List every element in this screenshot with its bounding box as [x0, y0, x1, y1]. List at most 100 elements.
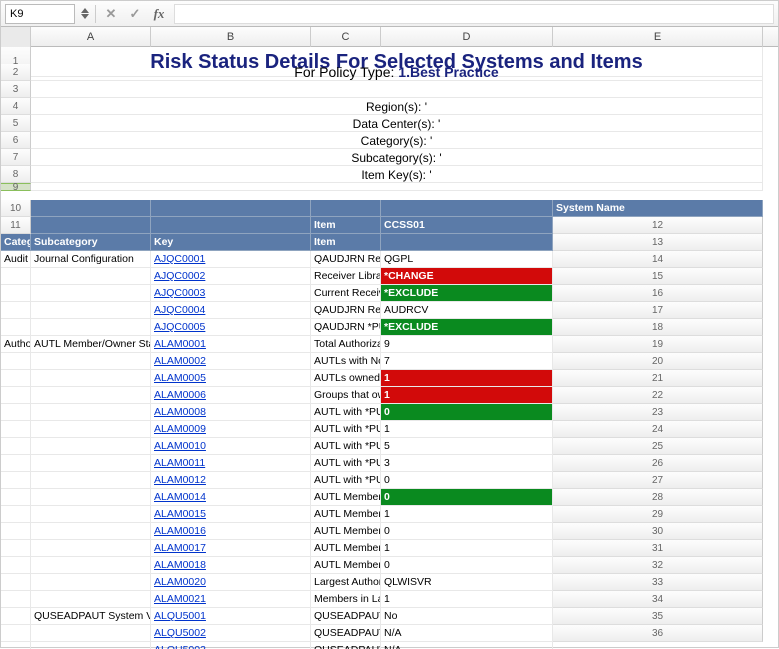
item-cell[interactable]: QAUDJRN Receiver Library	[311, 251, 381, 268]
row-header[interactable]: 2	[1, 64, 31, 81]
item-key-link[interactable]: AJQC0002	[154, 270, 205, 282]
subcategory-cell[interactable]	[31, 319, 151, 336]
item-key-cell[interactable]: ALAM0008	[151, 404, 311, 421]
row-header[interactable]: 5	[1, 115, 31, 132]
category-cell[interactable]	[1, 353, 31, 370]
header-cell[interactable]	[31, 217, 151, 234]
filter-label[interactable]: Category(s): '	[31, 132, 763, 149]
item-key-link[interactable]: ALAM0010	[154, 440, 206, 452]
value-cell[interactable]: 5	[381, 438, 553, 455]
row-header[interactable]: 6	[1, 132, 31, 149]
item-key-link[interactable]: AJQC0005	[154, 321, 205, 333]
row-header[interactable]: 7	[1, 149, 31, 166]
item-key-link[interactable]: ALAM0008	[154, 406, 206, 418]
header-item[interactable]: Item	[311, 234, 381, 251]
item-key-cell[interactable]: ALAM0020	[151, 574, 311, 591]
value-cell[interactable]: QGPL	[381, 251, 553, 268]
value-cell[interactable]: No	[381, 608, 553, 625]
item-cell[interactable]: Receiver Library *PUBLIC AUT	[311, 268, 381, 285]
row-header[interactable]: 20	[553, 353, 763, 370]
confirm-button[interactable]: ✓	[126, 5, 144, 23]
item-key-link[interactable]: ALAM0002	[154, 355, 206, 367]
value-cell[interactable]: QLWISVR	[381, 574, 553, 591]
row-header[interactable]: 26	[553, 455, 763, 472]
item-key-link[interactable]: ALQU5002	[154, 627, 206, 639]
col-header-b[interactable]: B	[151, 27, 311, 47]
header-cell[interactable]	[381, 234, 553, 251]
value-cell[interactable]: 0	[381, 489, 553, 506]
item-key-link[interactable]: ALAM0021	[154, 593, 206, 605]
subcategory-cell[interactable]	[31, 591, 151, 608]
col-header-d[interactable]: D	[381, 27, 553, 47]
item-key-link[interactable]: ALAM0014	[154, 491, 206, 503]
row-header[interactable]: 14	[553, 251, 763, 268]
value-cell[interactable]: *CHANGE	[381, 268, 553, 285]
value-cell[interactable]: N/A	[381, 625, 553, 642]
item-cell[interactable]: AUTL with *PUBLIC = *ALL	[311, 404, 381, 421]
item-cell[interactable]: AUTL with *PUBLIC = USER DEF	[311, 472, 381, 489]
row-header[interactable]: 34	[553, 591, 763, 608]
col-header-c[interactable]: C	[311, 27, 381, 47]
value-cell[interactable]: 0	[381, 523, 553, 540]
item-key-cell[interactable]: ALAM0012	[151, 472, 311, 489]
row-header[interactable]: 3	[1, 81, 31, 98]
subcategory-cell[interactable]	[31, 523, 151, 540]
chevron-up-icon[interactable]	[81, 8, 89, 13]
value-cell[interactable]: 0	[381, 404, 553, 421]
header-cell[interactable]	[151, 200, 311, 217]
category-cell[interactable]	[1, 574, 31, 591]
category-cell[interactable]	[1, 540, 31, 557]
category-cell[interactable]	[1, 625, 31, 642]
report-subtitle[interactable]: For Policy Type: 1.Best Practice	[31, 64, 763, 81]
empty-cell[interactable]	[31, 81, 763, 98]
subcategory-cell[interactable]	[31, 353, 151, 370]
header-cell[interactable]	[151, 217, 311, 234]
category-cell[interactable]	[1, 557, 31, 574]
category-cell[interactable]: Authorization Lists	[1, 336, 31, 353]
item-cell[interactable]: AUTL Members = *USE	[311, 540, 381, 557]
subcategory-cell[interactable]	[31, 472, 151, 489]
item-key-cell[interactable]: ALAM0018	[151, 557, 311, 574]
subcategory-cell[interactable]	[31, 540, 151, 557]
item-key-cell[interactable]: ALQU5002	[151, 625, 311, 642]
row-header[interactable]: 16	[553, 285, 763, 302]
category-cell[interactable]	[1, 285, 31, 302]
row-header[interactable]: 18	[553, 319, 763, 336]
item-key-cell[interactable]: ALAM0015	[151, 506, 311, 523]
value-cell[interactable]: 1	[381, 387, 553, 404]
value-cell[interactable]: 0	[381, 557, 553, 574]
category-cell[interactable]: Audit Journal	[1, 251, 31, 268]
category-cell[interactable]	[1, 370, 31, 387]
col-header-e[interactable]: E	[553, 27, 763, 47]
item-key-link[interactable]: ALAM0018	[154, 559, 206, 571]
subcategory-cell[interactable]: QUSEADPAUT System Value	[31, 608, 151, 625]
item-key-cell[interactable]: ALAM0001	[151, 336, 311, 353]
item-key-cell[interactable]: ALAM0006	[151, 387, 311, 404]
category-cell[interactable]	[1, 404, 31, 421]
subcategory-cell[interactable]: AUTL Member/Owner Stats	[31, 336, 151, 353]
item-cell[interactable]: Groups that own AUTLs	[311, 387, 381, 404]
item-key-link[interactable]: ALAM0011	[154, 457, 205, 469]
item-key-link[interactable]: AJQC0001	[154, 253, 205, 265]
item-cell[interactable]: AUTL with *PUBLIC = *CHANGE	[311, 421, 381, 438]
value-cell[interactable]: 1	[381, 506, 553, 523]
category-cell[interactable]	[1, 268, 31, 285]
header-cell[interactable]	[311, 200, 381, 217]
item-key-link[interactable]: ALAM0009	[154, 423, 206, 435]
empty-cell[interactable]	[31, 183, 763, 191]
row-header[interactable]: 17	[553, 302, 763, 319]
category-cell[interactable]	[1, 608, 31, 625]
row-header[interactable]: 4	[1, 98, 31, 115]
value-cell[interactable]: 9	[381, 336, 553, 353]
item-key-link[interactable]: ALAM0016	[154, 525, 206, 537]
item-key-link[interactable]: ALQU5001	[154, 610, 206, 622]
subcategory-cell[interactable]	[31, 625, 151, 642]
item-key-cell[interactable]: ALAM0009	[151, 421, 311, 438]
item-cell[interactable]: AUTLs with No Members	[311, 353, 381, 370]
row-header[interactable]: 25	[553, 438, 763, 455]
header-cell[interactable]	[381, 200, 553, 217]
item-key-link[interactable]: ALAM0006	[154, 389, 206, 401]
item-key-cell[interactable]: AJQC0004	[151, 302, 311, 319]
row-header[interactable]: 9	[1, 183, 31, 191]
row-header[interactable]: 29	[553, 506, 763, 523]
